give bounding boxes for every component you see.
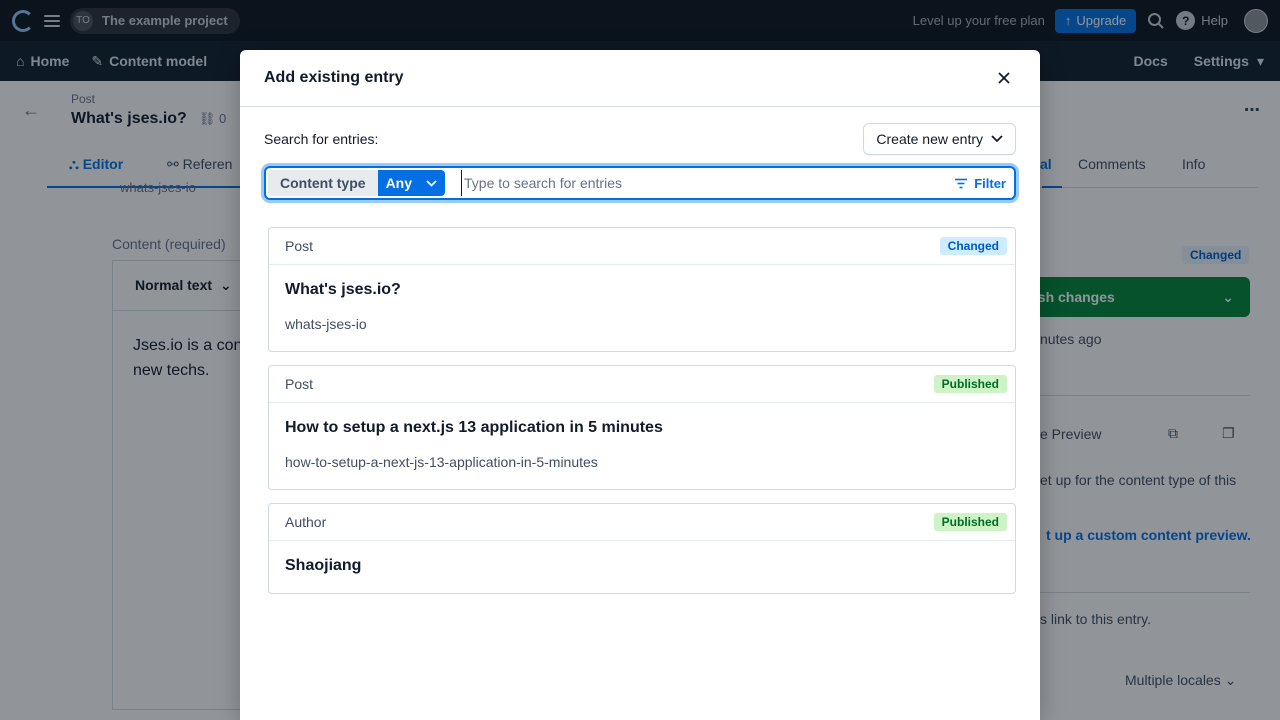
search-label: Search for entries: xyxy=(264,131,379,147)
entry-card-body: What's jses.io? whats-jses-io xyxy=(269,265,1015,351)
content-type-filter-value: Any xyxy=(385,175,413,191)
entry-card-slug: whats-jses-io xyxy=(285,316,367,332)
entry-card-body: Shaojiang xyxy=(269,541,1015,593)
entry-card-header: Author Published xyxy=(269,504,1015,541)
status-badge: Published xyxy=(933,375,1007,393)
status-badge: Changed xyxy=(939,237,1007,255)
content-type-filter-label[interactable]: Content type xyxy=(268,170,378,196)
chevron-down-icon xyxy=(426,179,437,187)
filter-button[interactable]: Filter xyxy=(944,176,1012,191)
entry-card-slug: how-to-setup-a-next-js-13-application-in… xyxy=(285,454,598,470)
add-existing-entry-modal: Add existing entry Search for entries: C… xyxy=(240,50,1040,720)
filter-icon xyxy=(955,178,968,188)
list-item[interactable]: Post Published How to setup a next.js 13… xyxy=(268,365,1016,490)
entry-results-list: Post Changed What's jses.io? whats-jses-… xyxy=(268,227,1016,607)
entry-card-type: Post xyxy=(285,238,314,254)
entry-card-body: How to setup a next.js 13 application in… xyxy=(269,403,1015,489)
entry-card-title: What's jses.io? xyxy=(285,281,401,298)
entry-card-header: Post Changed xyxy=(269,228,1015,265)
entry-card-title: How to setup a next.js 13 application in… xyxy=(285,419,663,436)
entry-search-bar: Content type Any Filter xyxy=(264,166,1016,200)
entry-card-type: Post xyxy=(285,376,314,392)
list-item[interactable]: Author Published Shaojiang xyxy=(268,503,1016,594)
entry-card-title: Shaojiang xyxy=(285,557,362,574)
status-badge: Published xyxy=(933,513,1007,531)
modal-title: Add existing entry xyxy=(264,69,404,86)
chevron-down-icon xyxy=(991,135,1003,143)
create-new-entry-label: Create new entry xyxy=(876,131,983,147)
search-row: Search for entries: Create new entry xyxy=(264,123,1016,155)
create-new-entry-button[interactable]: Create new entry xyxy=(863,123,1016,155)
content-type-filter-select[interactable]: Any xyxy=(377,170,446,196)
close-icon[interactable] xyxy=(992,66,1016,90)
entry-card-header: Post Published xyxy=(269,366,1015,403)
entry-card-type: Author xyxy=(285,514,327,530)
search-input[interactable] xyxy=(461,170,945,196)
list-item[interactable]: Post Changed What's jses.io? whats-jses-… xyxy=(268,227,1016,352)
filter-label: Filter xyxy=(974,175,1006,191)
modal-header: Add existing entry xyxy=(240,50,1040,107)
